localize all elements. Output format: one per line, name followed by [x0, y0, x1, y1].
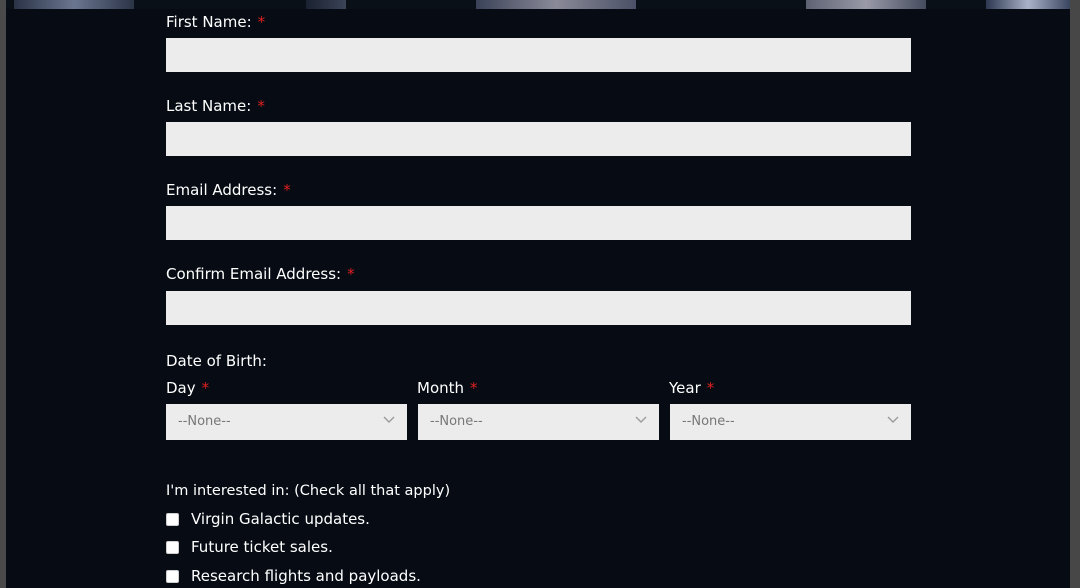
checkbox-label: Future ticket sales. [191, 538, 333, 556]
required-marker: * [706, 379, 715, 397]
banner-image-segment [986, 0, 1070, 9]
month-label: Month * [417, 379, 478, 397]
year-select-value: --None-- [682, 414, 735, 429]
future-ticket-sales-checkbox[interactable] [166, 540, 179, 554]
header-image-strip [6, 0, 1070, 9]
interest-option: Future ticket sales. [166, 538, 333, 556]
month-label-text: Month [417, 379, 465, 397]
day-select-value: --None-- [178, 414, 231, 429]
required-marker: * [347, 265, 355, 283]
confirm-email-field[interactable] [166, 291, 911, 325]
checkbox-label: Research flights and payloads. [191, 567, 421, 585]
required-marker: * [257, 97, 265, 115]
required-marker: * [201, 379, 210, 397]
research-flights-checkbox[interactable] [166, 569, 179, 583]
banner-image-segment [306, 0, 346, 9]
first-name-field[interactable] [166, 38, 911, 72]
day-label: Day * [166, 379, 209, 397]
checkbox-label: Virgin Galactic updates. [191, 510, 370, 528]
confirm-email-label-text: Confirm Email Address: [166, 265, 342, 283]
interests-heading: I'm interested in: (Check all that apply… [166, 483, 451, 499]
last-name-label-text: Last Name: [166, 97, 252, 115]
banner-image-segment [476, 0, 636, 9]
month-select-value: --None-- [430, 414, 483, 429]
day-select[interactable]: --None-- [166, 404, 407, 440]
window-edge-right [1070, 0, 1080, 588]
banner-image-segment [14, 0, 134, 9]
required-marker: * [283, 181, 291, 199]
year-label-text: Year [669, 379, 701, 397]
email-label-text: Email Address: [166, 181, 278, 199]
chevron-down-icon [635, 416, 647, 423]
chevron-down-icon [383, 416, 395, 423]
interest-option: Virgin Galactic updates. [166, 510, 370, 528]
virgin-galactic-updates-checkbox[interactable] [166, 512, 179, 526]
day-label-text: Day [166, 379, 196, 397]
required-marker: * [470, 379, 478, 397]
first-name-label: First Name: * [166, 13, 265, 31]
interest-option: Research flights and payloads. [166, 567, 421, 585]
last-name-field[interactable] [166, 122, 911, 156]
email-field[interactable] [166, 206, 911, 240]
page-frame: First Name: * Last Name: * Email Address: *… [6, 0, 1070, 588]
banner-image-segment [806, 0, 926, 9]
dob-heading: Date of Birth: [166, 352, 267, 370]
confirm-email-label: Confirm Email Address: * [166, 265, 355, 283]
first-name-label-text: First Name: [166, 13, 252, 31]
chevron-down-icon [887, 416, 899, 423]
last-name-label: Last Name: * [166, 97, 265, 115]
year-label: Year * [669, 379, 714, 397]
required-marker: * [257, 13, 266, 31]
month-select[interactable]: --None-- [418, 404, 659, 440]
email-label: Email Address: * [166, 181, 291, 199]
year-select[interactable]: --None-- [670, 404, 911, 440]
